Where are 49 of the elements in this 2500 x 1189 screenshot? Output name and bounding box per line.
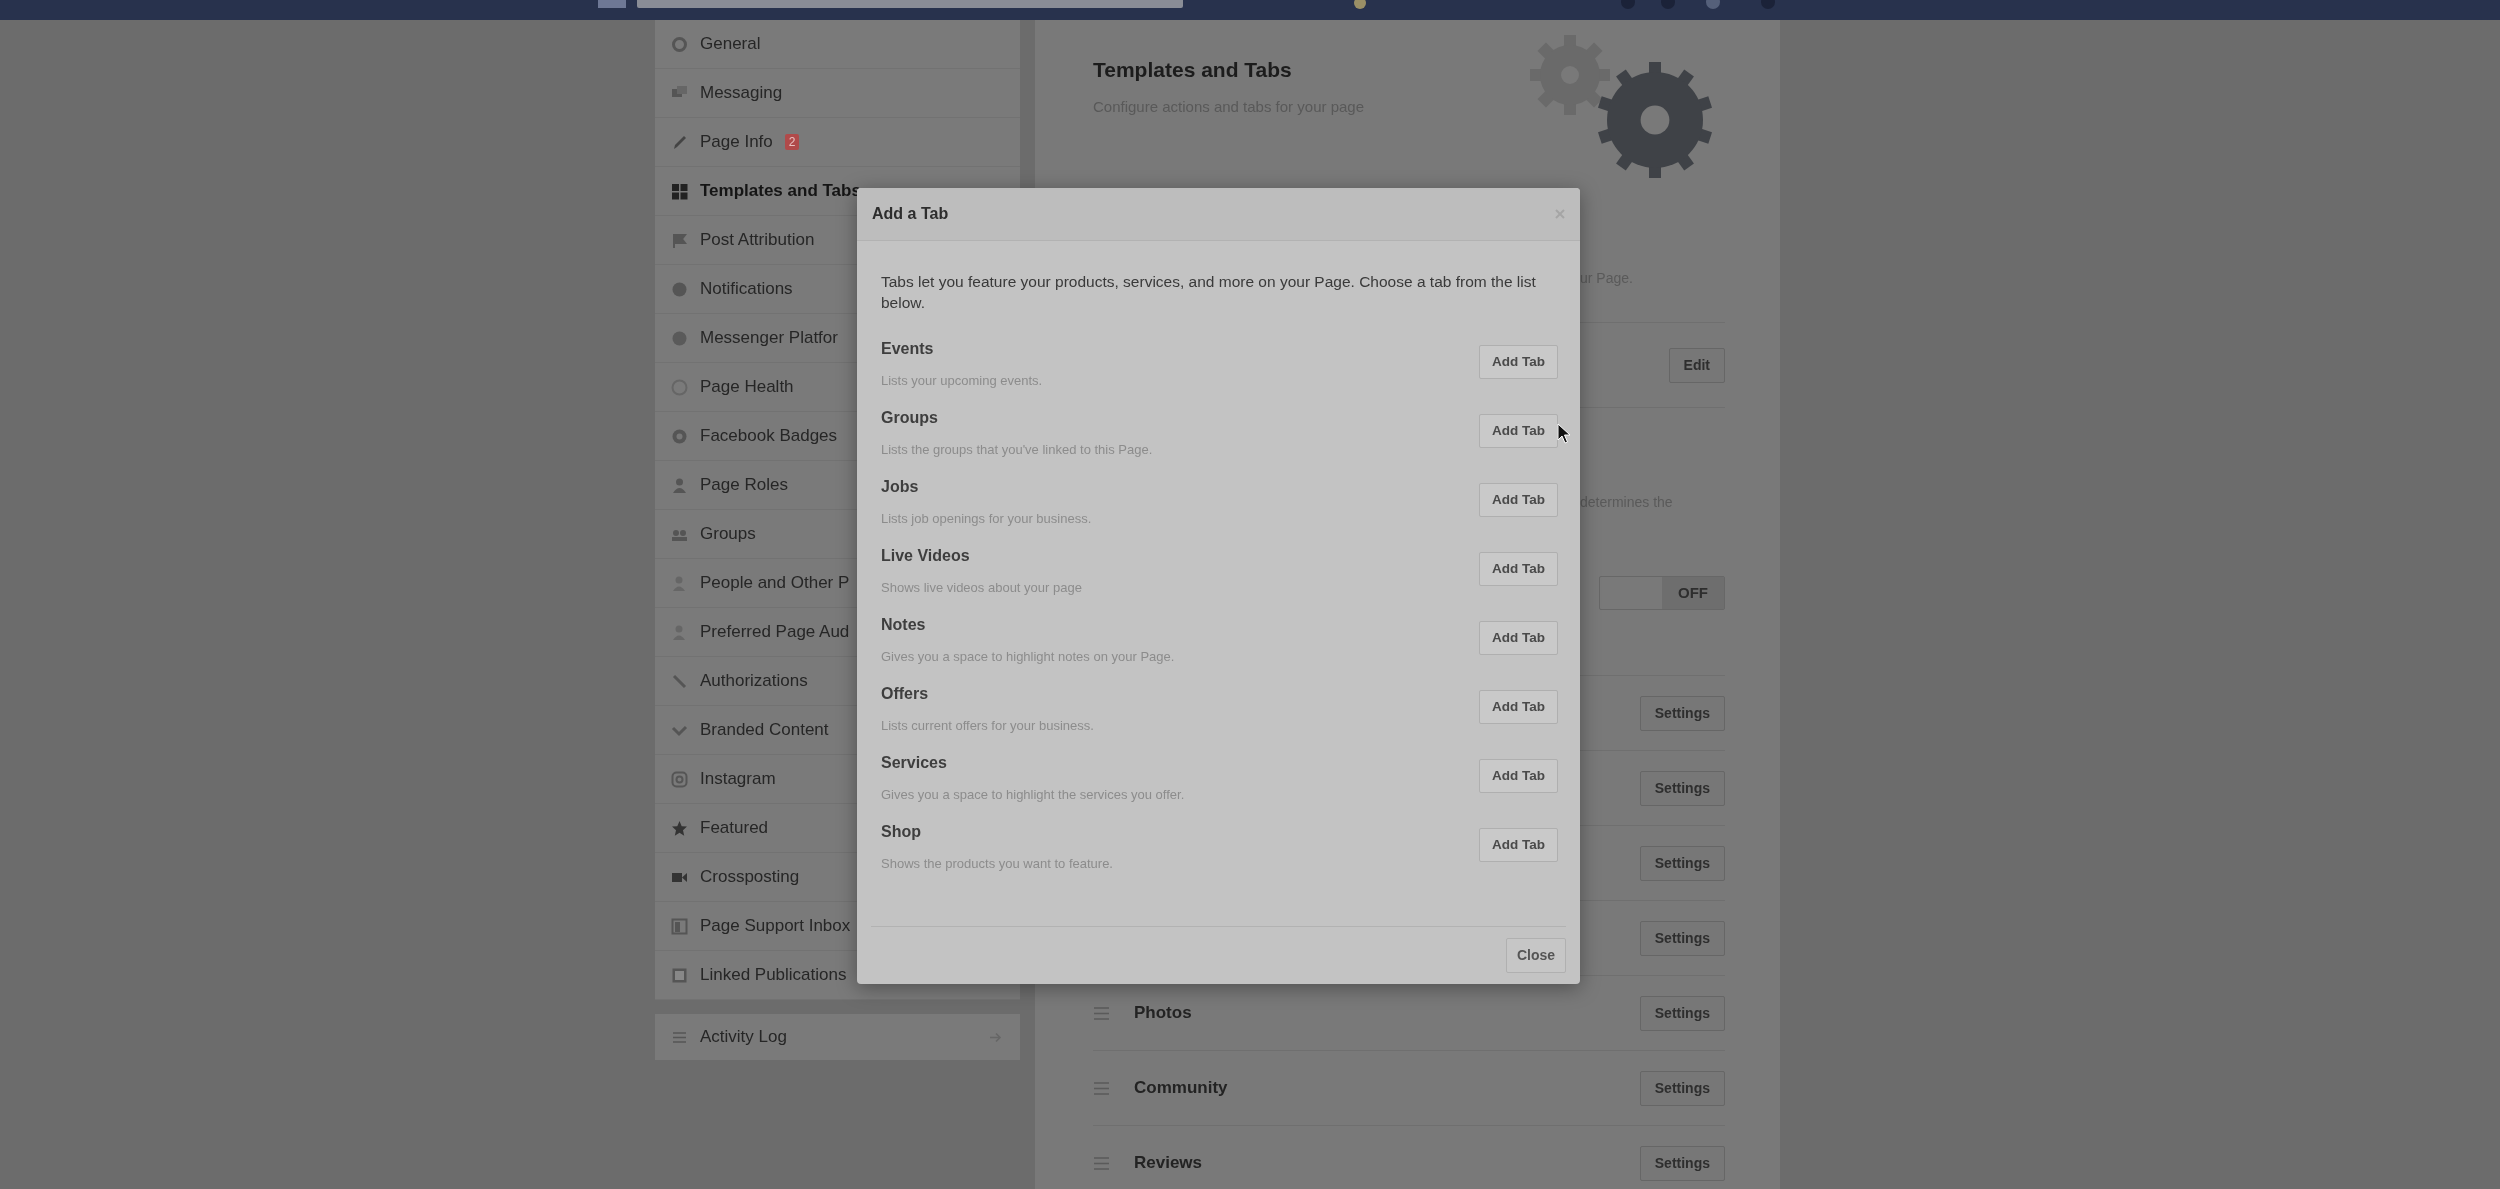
- tab-name: Reviews: [1134, 1152, 1203, 1175]
- tab-name: Community: [1134, 1077, 1228, 1100]
- sidebar-item[interactable]: Messaging: [655, 69, 1020, 118]
- star-icon: [671, 819, 688, 837]
- toggle-switch[interactable]: OFF: [1599, 576, 1725, 610]
- add-tab-button[interactable]: Add Tab: [1479, 621, 1558, 656]
- settings-button[interactable]: Settings: [1639, 695, 1725, 731]
- settings-button[interactable]: Settings: [1639, 920, 1725, 956]
- tab-name: Jobs: [881, 477, 920, 497]
- inbox-icon: [671, 917, 688, 935]
- tab-name: Notes: [881, 615, 927, 635]
- notification-badge: 2: [784, 134, 800, 150]
- avatar-icon[interactable]: [1352, 0, 1368, 10]
- toggle-label: OFF: [1662, 577, 1724, 609]
- add-tab-button[interactable]: Add Tab: [1479, 552, 1558, 587]
- tab-name: Photos: [1134, 1002, 1192, 1025]
- tab-name: Shop: [881, 822, 922, 842]
- close-button[interactable]: Close: [1505, 938, 1566, 973]
- drag-handle-icon: [1093, 1079, 1110, 1097]
- tab-name: Offers: [881, 684, 930, 704]
- person-icon: [671, 476, 688, 494]
- add-tab-button[interactable]: Add Tab: [1479, 828, 1558, 863]
- badge-icon: [671, 427, 688, 445]
- settings-button[interactable]: Settings: [1639, 1145, 1725, 1181]
- settings-button[interactable]: Settings: [1639, 1070, 1725, 1106]
- tab-name: Events: [881, 339, 935, 359]
- sidebar-item[interactable]: General: [655, 20, 1020, 69]
- add-tab-button[interactable]: Add Tab: [1479, 345, 1558, 380]
- pencil-icon: [671, 133, 688, 151]
- close-icon[interactable]: [1554, 208, 1566, 220]
- sidebar-item[interactable]: Page Info 2: [655, 118, 1020, 167]
- page-title: Templates and Tabs: [1093, 57, 1293, 83]
- activity-log-item[interactable]: Activity Log: [655, 1014, 1020, 1060]
- add-tab-button[interactable]: Add Tab: [1479, 690, 1558, 725]
- edit-button[interactable]: Edit: [1668, 347, 1725, 383]
- add-tab-button[interactable]: Add Tab: [1479, 759, 1558, 794]
- settings-button[interactable]: Settings: [1639, 845, 1725, 881]
- add-tab-button[interactable]: Add Tab: [1479, 483, 1558, 518]
- add-tab-button[interactable]: Add Tab: [1479, 414, 1558, 449]
- cursor-icon: [1557, 423, 1571, 445]
- flag-icon: [671, 231, 688, 249]
- settings-button[interactable]: Settings: [1639, 770, 1725, 806]
- tab-name: Services: [881, 753, 948, 773]
- drag-handle-icon: [1093, 1154, 1110, 1172]
- drag-handle-icon: [1093, 1004, 1110, 1022]
- search-field[interactable]: [637, 0, 1183, 8]
- settings-button[interactable]: Settings: [1639, 995, 1725, 1031]
- camera-icon: [671, 770, 688, 788]
- grid-icon: [671, 182, 688, 200]
